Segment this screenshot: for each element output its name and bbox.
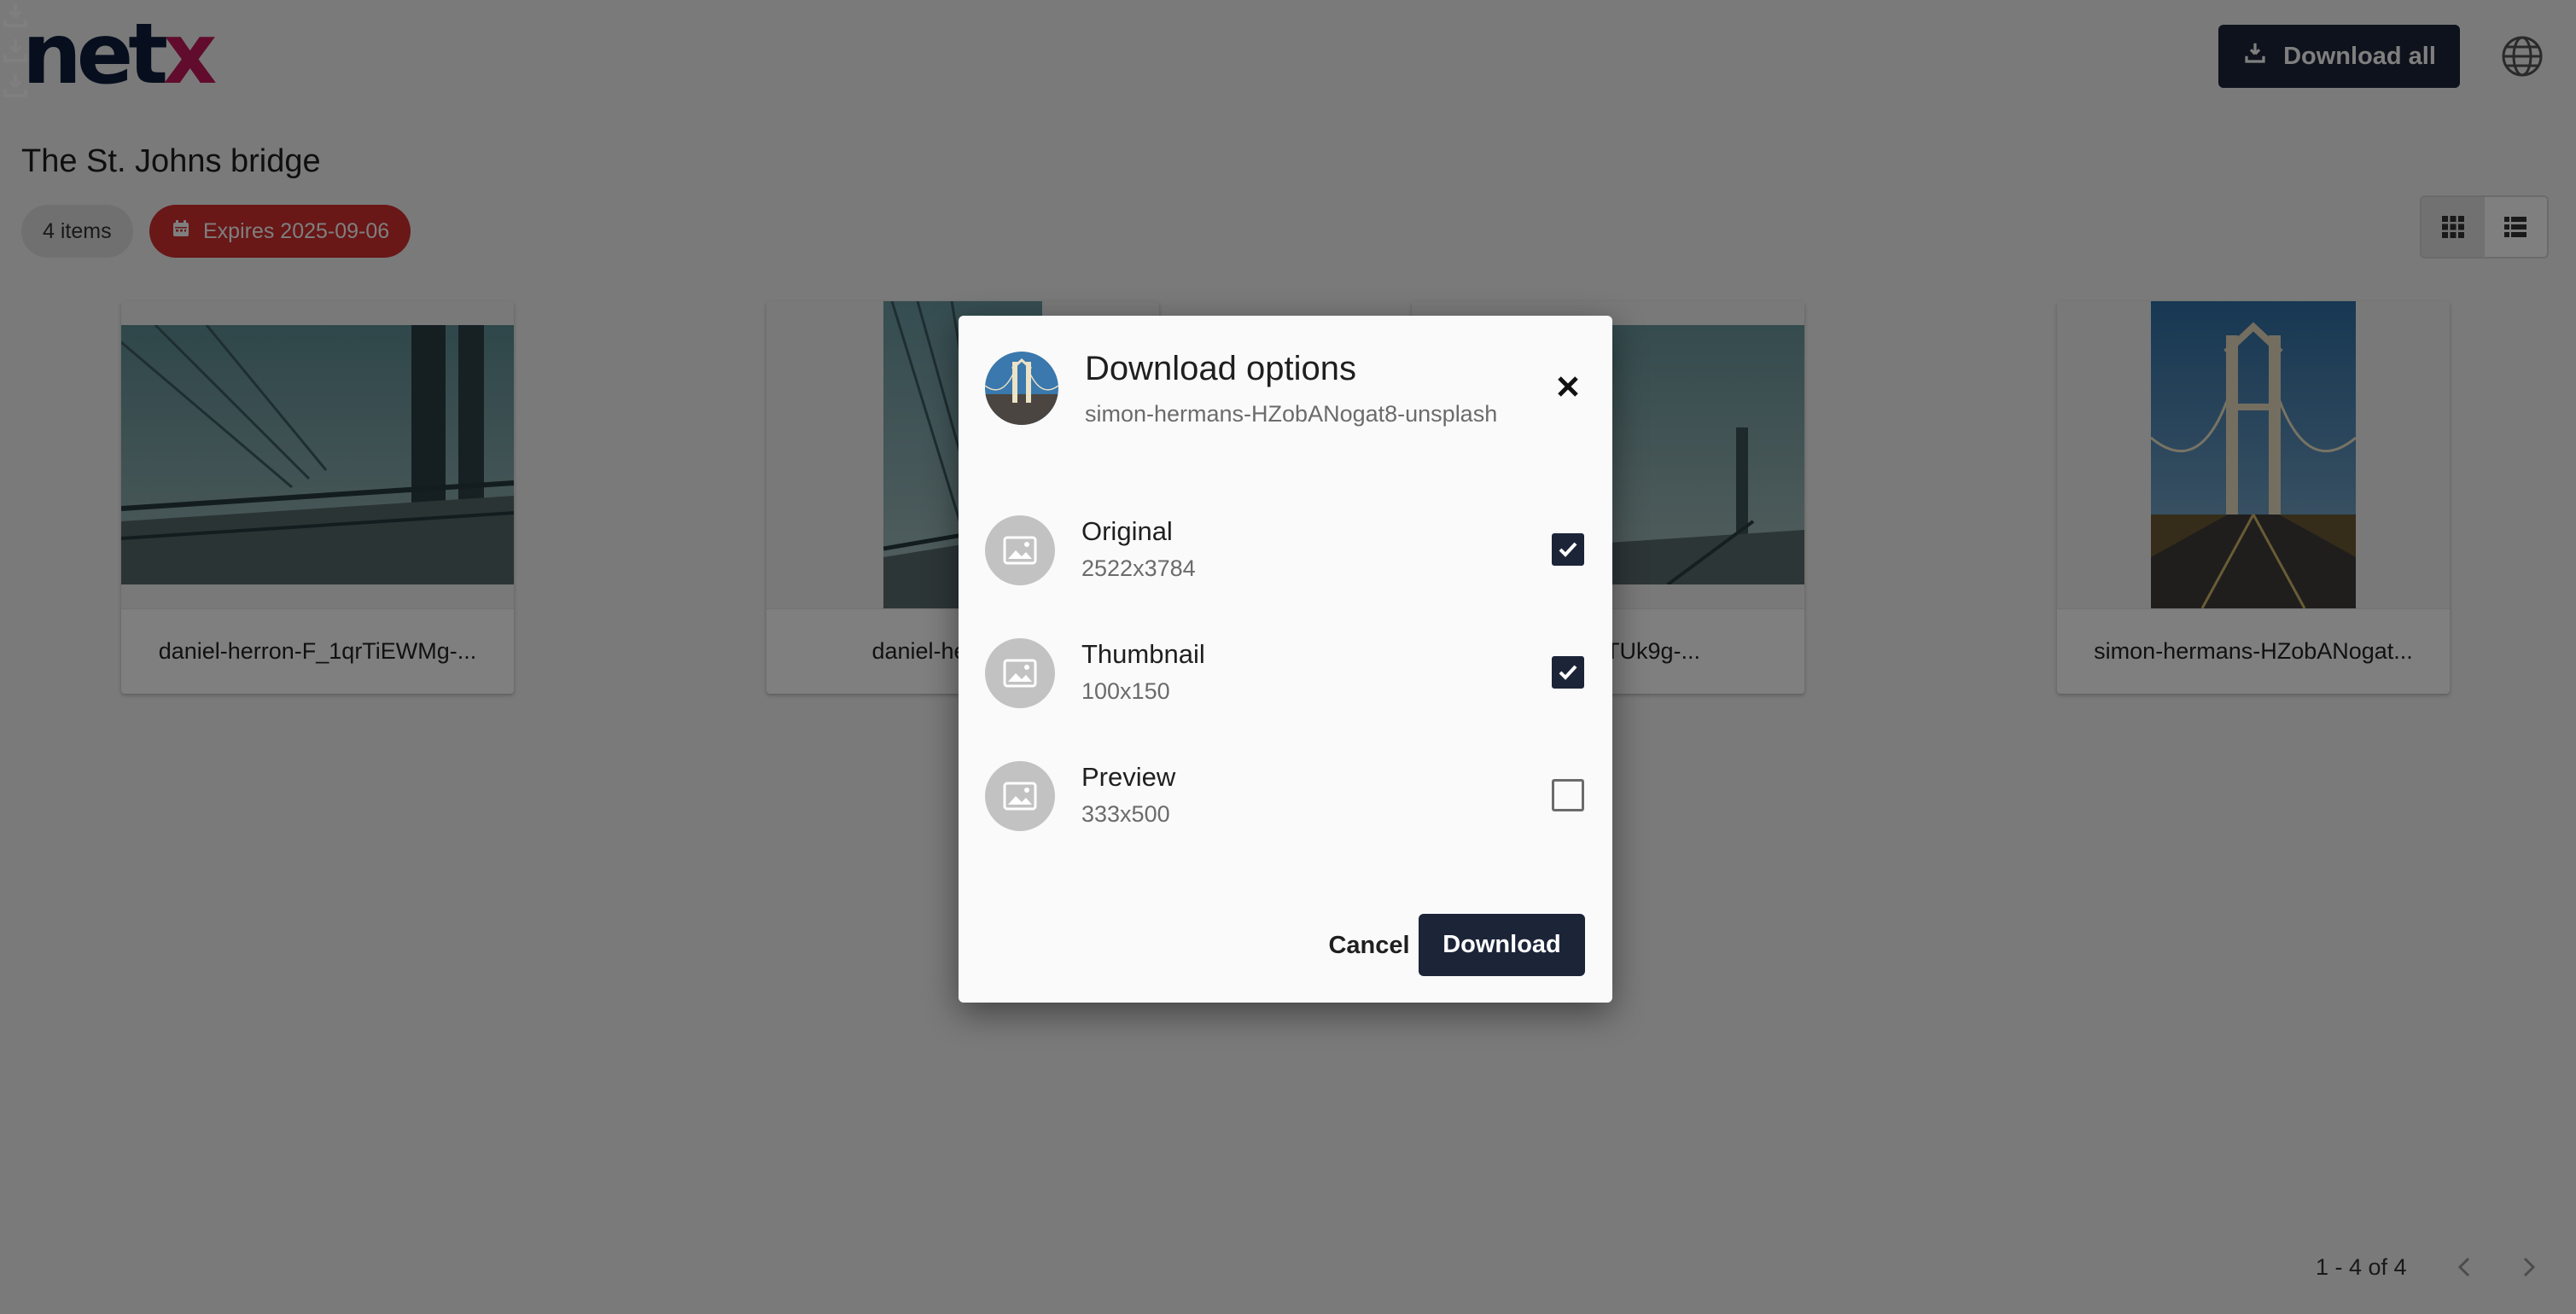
option-size: 333x500 <box>1081 801 1170 827</box>
download-options-dialog: Download options simon-hermans-HZobANoga… <box>959 316 1612 1003</box>
option-label: Thumbnail <box>1081 639 1205 669</box>
option-label: Original <box>1081 516 1173 546</box>
download-button[interactable]: Download <box>1419 914 1585 976</box>
option-checkbox[interactable] <box>1552 656 1584 689</box>
image-icon <box>985 638 1055 708</box>
option-preview[interactable]: Preview 333x500 <box>959 759 1612 835</box>
asset-avatar <box>985 352 1058 425</box>
image-icon <box>985 515 1055 585</box>
option-original[interactable]: Original 2522x3784 <box>959 513 1612 590</box>
option-label: Preview <box>1081 762 1176 792</box>
dialog-subtitle: simon-hermans-HZobANogat8-unsplash <box>1085 401 1498 427</box>
close-icon[interactable] <box>1553 371 1583 402</box>
image-icon <box>985 761 1055 831</box>
option-thumbnail[interactable]: Thumbnail 100x150 <box>959 636 1612 712</box>
option-checkbox[interactable] <box>1552 779 1584 811</box>
dialog-title: Download options <box>1085 350 1356 387</box>
option-size: 100x150 <box>1081 678 1170 704</box>
option-checkbox[interactable] <box>1552 533 1584 566</box>
option-size: 2522x3784 <box>1081 555 1196 581</box>
